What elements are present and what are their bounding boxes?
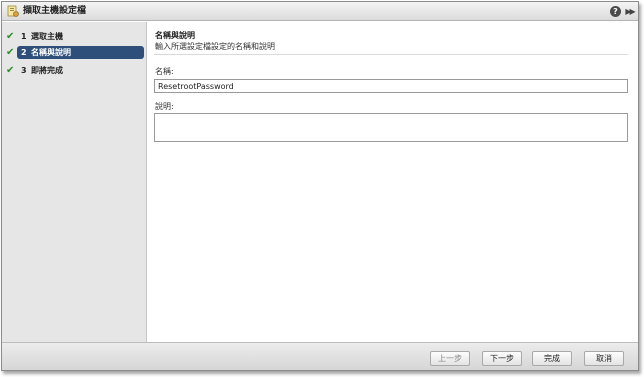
step-label: 選取主機 [31,32,63,41]
step-ready-to-complete[interactable]: ✔ 3 即將完成 [2,64,147,77]
name-label: 名稱: [155,67,174,76]
finish-button[interactable]: 完成 [532,351,572,366]
wizard-content: 名稱與說明 輸入所選設定檔設定的名稱和說明 名稱: 說明: [148,22,638,342]
page-subtitle: 輸入所選設定檔設定的名稱和說明 [155,42,275,51]
checkmark-icon: ✔ [6,47,15,58]
name-field[interactable] [154,79,628,93]
checkmark-icon: ✔ [6,31,15,42]
checkmark-icon: ✔ [6,65,15,76]
step-number: 3 [21,66,27,75]
back-button[interactable]: 上一步 [430,351,470,366]
help-icon[interactable]: ? [610,6,621,17]
page-title: 名稱與說明 [155,31,195,40]
wizard-window: 擷取主機設定檔 ? ▶▶ ✔ 1 選取主機 ✔ 2 名稱與說明 ✔ 3 即將完成… [1,1,639,371]
step-label: 名稱與說明 [31,48,71,57]
expand-icon[interactable]: ▶▶ [624,6,635,17]
cancel-button[interactable]: 取消 [584,351,624,366]
wizard-footer: 上一步 下一步 完成 取消 [2,342,638,370]
host-profile-icon [7,5,19,17]
title-bar: 擷取主機設定檔 ? ▶▶ [2,2,638,21]
step-name-description[interactable]: ✔ 2 名稱與說明 [2,46,147,59]
window-title: 擷取主機設定檔 [23,6,87,16]
step-number: 1 [21,32,27,41]
step-select-host[interactable]: ✔ 1 選取主機 [2,30,147,43]
description-field[interactable] [154,113,628,142]
step-number: 2 [21,48,27,57]
divider [154,54,628,55]
wizard-steps-sidebar: ✔ 1 選取主機 ✔ 2 名稱與說明 ✔ 3 即將完成 [2,22,147,342]
description-label: 說明: [155,102,174,111]
next-button[interactable]: 下一步 [482,351,522,366]
step-label: 即將完成 [31,66,63,75]
